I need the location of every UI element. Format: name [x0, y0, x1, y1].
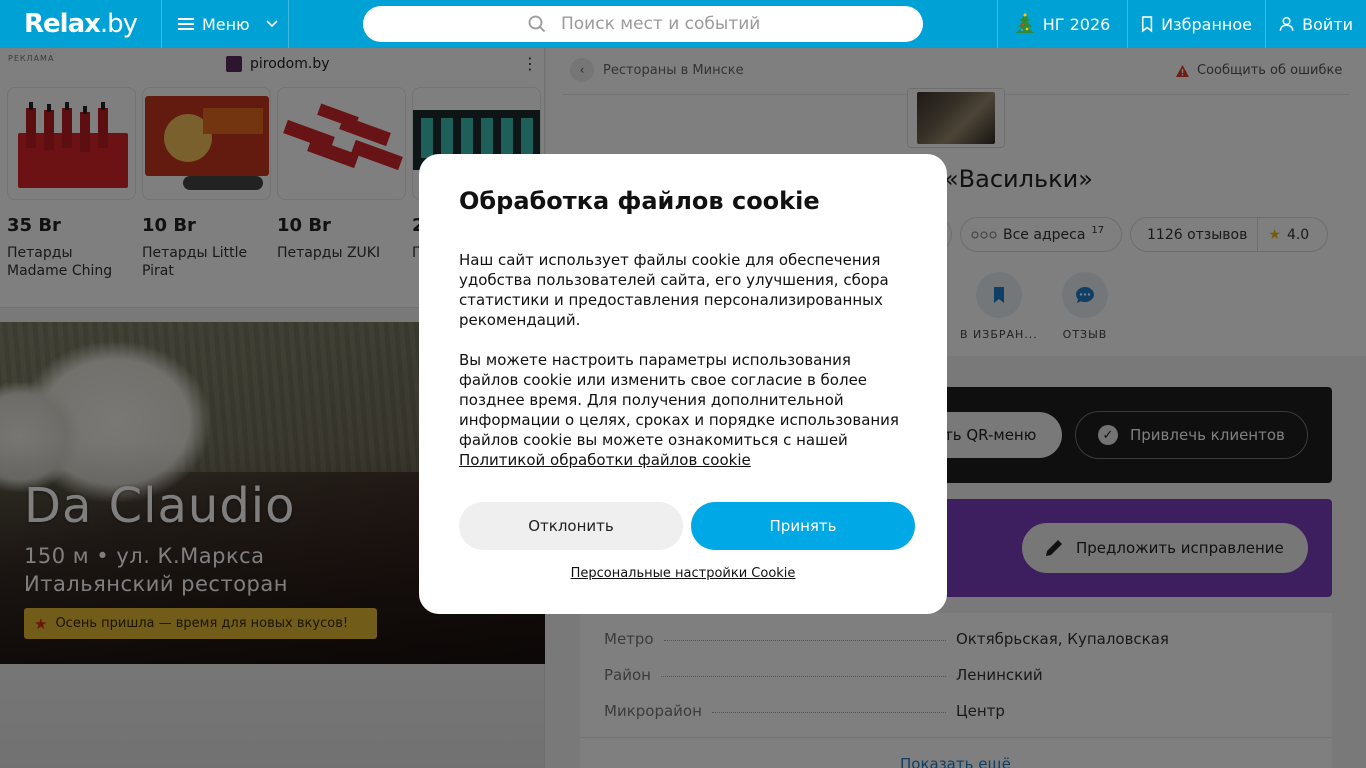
new-year-label: НГ 2026	[1042, 14, 1111, 34]
search-box[interactable]	[363, 6, 923, 42]
menu-label: Меню	[202, 14, 250, 34]
site-logo[interactable]: Relax .by	[0, 0, 162, 48]
hamburger-icon	[178, 18, 194, 30]
personal-cookie-settings-link[interactable]: Персональные настройки Cookie	[419, 566, 947, 581]
favorites-label: Избранное	[1161, 14, 1252, 34]
top-navigation-bar: Relax.by Меню НГ 2026 Избранное Войти	[0, 0, 1366, 48]
search-icon	[528, 15, 546, 33]
cookie-text-details-body: Вы можете настроить параметры использова…	[459, 351, 899, 449]
favorites-link[interactable]: Избранное	[1127, 0, 1265, 48]
logo-main-text: Relax	[24, 9, 101, 39]
decline-button[interactable]: Отклонить	[459, 502, 683, 550]
login-link[interactable]: Войти	[1265, 0, 1366, 48]
cookie-dialog-title: Обработка файлов cookie	[459, 187, 820, 215]
accept-button[interactable]: Принять	[691, 502, 915, 550]
christmas-tree-icon	[1015, 13, 1034, 33]
bookmark-icon	[1141, 16, 1153, 33]
login-label: Войти	[1302, 14, 1353, 34]
logo-domain-text: .by	[99, 9, 138, 39]
cookie-policy-link[interactable]: Политикой обработки файлов cookie	[459, 451, 751, 469]
search-input[interactable]	[561, 14, 821, 34]
cookie-consent-dialog: Обработка файлов cookie Наш сайт использ…	[419, 154, 947, 614]
menu-button[interactable]: Меню	[162, 0, 289, 48]
cookie-text-details: Вы можете настроить параметры использова…	[459, 350, 909, 470]
cookie-text-intro: Наш сайт использует файлы cookie для обе…	[459, 251, 889, 329]
new-year-link[interactable]: НГ 2026	[997, 0, 1127, 48]
user-icon	[1279, 16, 1294, 31]
chevron-down-icon	[266, 20, 278, 28]
